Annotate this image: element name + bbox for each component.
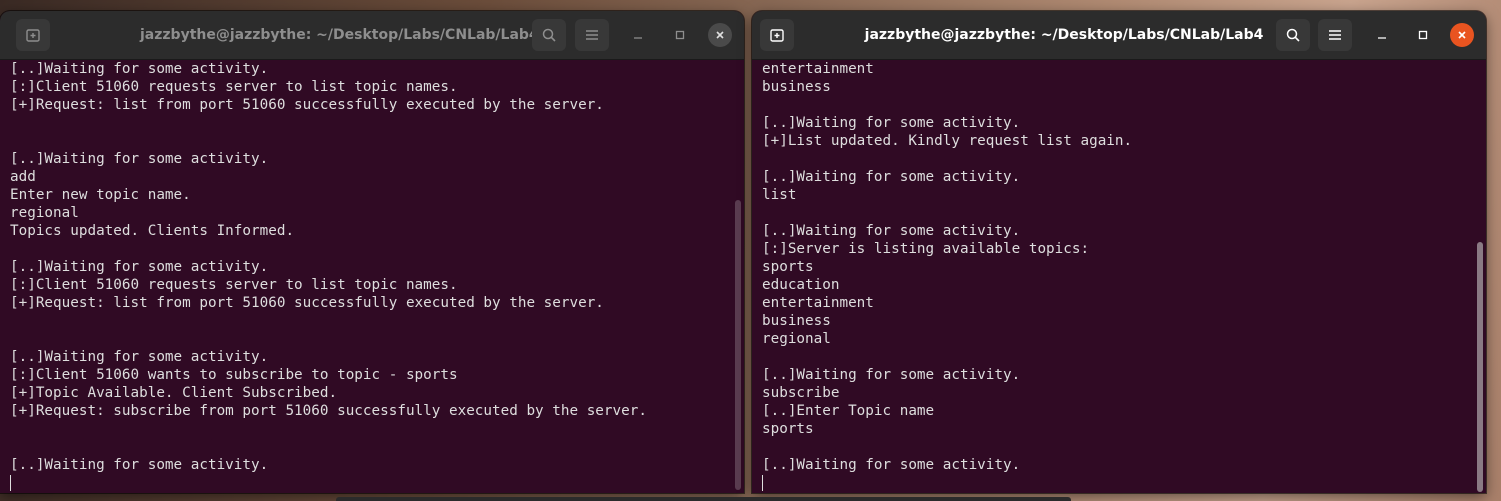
terminal-line: [..]Waiting for some activity. — [10, 457, 269, 473]
window-title: jazzbythe@jazzbythe: ~/Desktop/Labs/CNLa… — [864, 27, 1264, 43]
terminal-line: [..]Waiting for some activity. — [10, 349, 269, 365]
minimize-button[interactable] — [1370, 23, 1394, 47]
terminal-line: entertainment — [762, 295, 874, 311]
terminal-line: [:]Client 51060 requests server to list … — [10, 277, 458, 293]
terminal-line: [..]Waiting for some activity. — [762, 115, 1021, 131]
terminal-line: [+]Topic Available. Client Subscribed. — [10, 385, 338, 401]
minimize-button[interactable] — [626, 23, 650, 47]
terminal-line: business — [762, 313, 831, 329]
menu-button[interactable] — [1318, 19, 1352, 51]
terminal-line: list — [762, 187, 797, 203]
maximize-icon — [675, 30, 685, 40]
titlebar[interactable]: jazzbythe@jazzbythe: ~/Desktop/Labs/CNLa… — [752, 11, 1486, 60]
minimize-icon — [1378, 37, 1386, 39]
maximize-icon — [1418, 30, 1428, 40]
terminal-line: Topics updated. Clients Informed. — [10, 223, 295, 239]
terminal-line: regional — [762, 331, 831, 347]
terminal-line: [..]Waiting for some activity. — [762, 367, 1021, 383]
terminal-window-right[interactable]: jazzbythe@jazzbythe: ~/Desktop/Labs/CNLa… — [752, 11, 1486, 493]
terminal-line: [+]List updated. Kindly request list aga… — [762, 133, 1133, 149]
terminal-line: [:]Server is listing available topics: — [762, 241, 1090, 257]
window-title: jazzbythe@jazzbythe: ~/Desktop/Labs/CNLa… — [140, 27, 539, 43]
terminal-line: business — [762, 79, 831, 95]
terminal-line: [:]Client 51060 requests server to list … — [10, 79, 458, 95]
new-tab-button[interactable] — [16, 19, 50, 51]
terminal-line: [..]Waiting for some activity. — [10, 151, 269, 167]
new-tab-icon — [26, 29, 40, 42]
close-icon — [1458, 31, 1466, 39]
menu-icon — [586, 30, 598, 40]
terminal-line: sports — [762, 259, 814, 275]
terminal-line: regional — [10, 205, 79, 221]
search-icon — [1286, 28, 1300, 42]
menu-icon — [1329, 30, 1341, 40]
text-cursor — [10, 475, 11, 491]
close-button[interactable] — [1450, 23, 1474, 47]
terminal-line: [+]Request: subscribe from port 51060 su… — [10, 403, 647, 419]
titlebar[interactable]: jazzbythe@jazzbythe: ~/Desktop/Labs/CNLa… — [0, 11, 744, 60]
terminal-line: sports — [762, 421, 814, 437]
search-button[interactable] — [1276, 19, 1310, 51]
terminal-line: [..]Waiting for some activity. — [762, 169, 1021, 185]
scrollbar[interactable] — [735, 60, 741, 493]
menu-button[interactable] — [575, 19, 609, 51]
minimize-icon — [634, 37, 642, 39]
terminal-output[interactable]: entertainment business [..]Waiting for som… — [752, 60, 1486, 493]
terminal-line: [+]Request: list from port 51060 success… — [10, 97, 604, 113]
maximize-button[interactable] — [1411, 23, 1435, 47]
scrollbar-thumb[interactable] — [1477, 242, 1483, 492]
terminal-line: subscribe — [762, 385, 840, 401]
terminal-line: [..]Waiting for some activity. — [762, 223, 1021, 239]
new-tab-button[interactable] — [760, 19, 794, 51]
terminal-line: education — [762, 277, 840, 293]
prompt-line[interactable] — [10, 474, 734, 492]
scrollbar[interactable] — [1477, 60, 1483, 493]
maximize-button[interactable] — [668, 23, 692, 47]
terminal-line: Enter new topic name. — [10, 187, 191, 203]
terminal-line: entertainment — [762, 61, 874, 77]
terminal-output[interactable]: [..]Waiting for some activity. [:]Client … — [0, 60, 744, 493]
new-tab-icon — [770, 29, 784, 42]
search-icon — [542, 28, 556, 42]
search-button[interactable] — [532, 19, 566, 51]
close-icon — [716, 31, 724, 39]
terminal-line: [..]Waiting for some activity. — [762, 457, 1021, 473]
terminal-line: [:]Client 51060 wants to subscribe to to… — [10, 367, 458, 383]
terminal-line: [..]Waiting for some activity. — [10, 259, 269, 275]
text-cursor — [762, 475, 763, 491]
terminal-line: add — [10, 169, 36, 185]
terminal-line: [..]Waiting for some activity. — [10, 61, 269, 77]
terminal-window-left[interactable]: jazzbythe@jazzbythe: ~/Desktop/Labs/CNLa… — [0, 11, 744, 493]
dock-edge — [336, 497, 1071, 501]
close-button[interactable] — [708, 23, 732, 47]
terminal-line: [+]Request: list from port 51060 success… — [10, 295, 604, 311]
scrollbar-thumb[interactable] — [735, 200, 741, 490]
terminal-line: [..]Enter Topic name — [762, 403, 935, 419]
prompt-line[interactable] — [762, 474, 1476, 492]
